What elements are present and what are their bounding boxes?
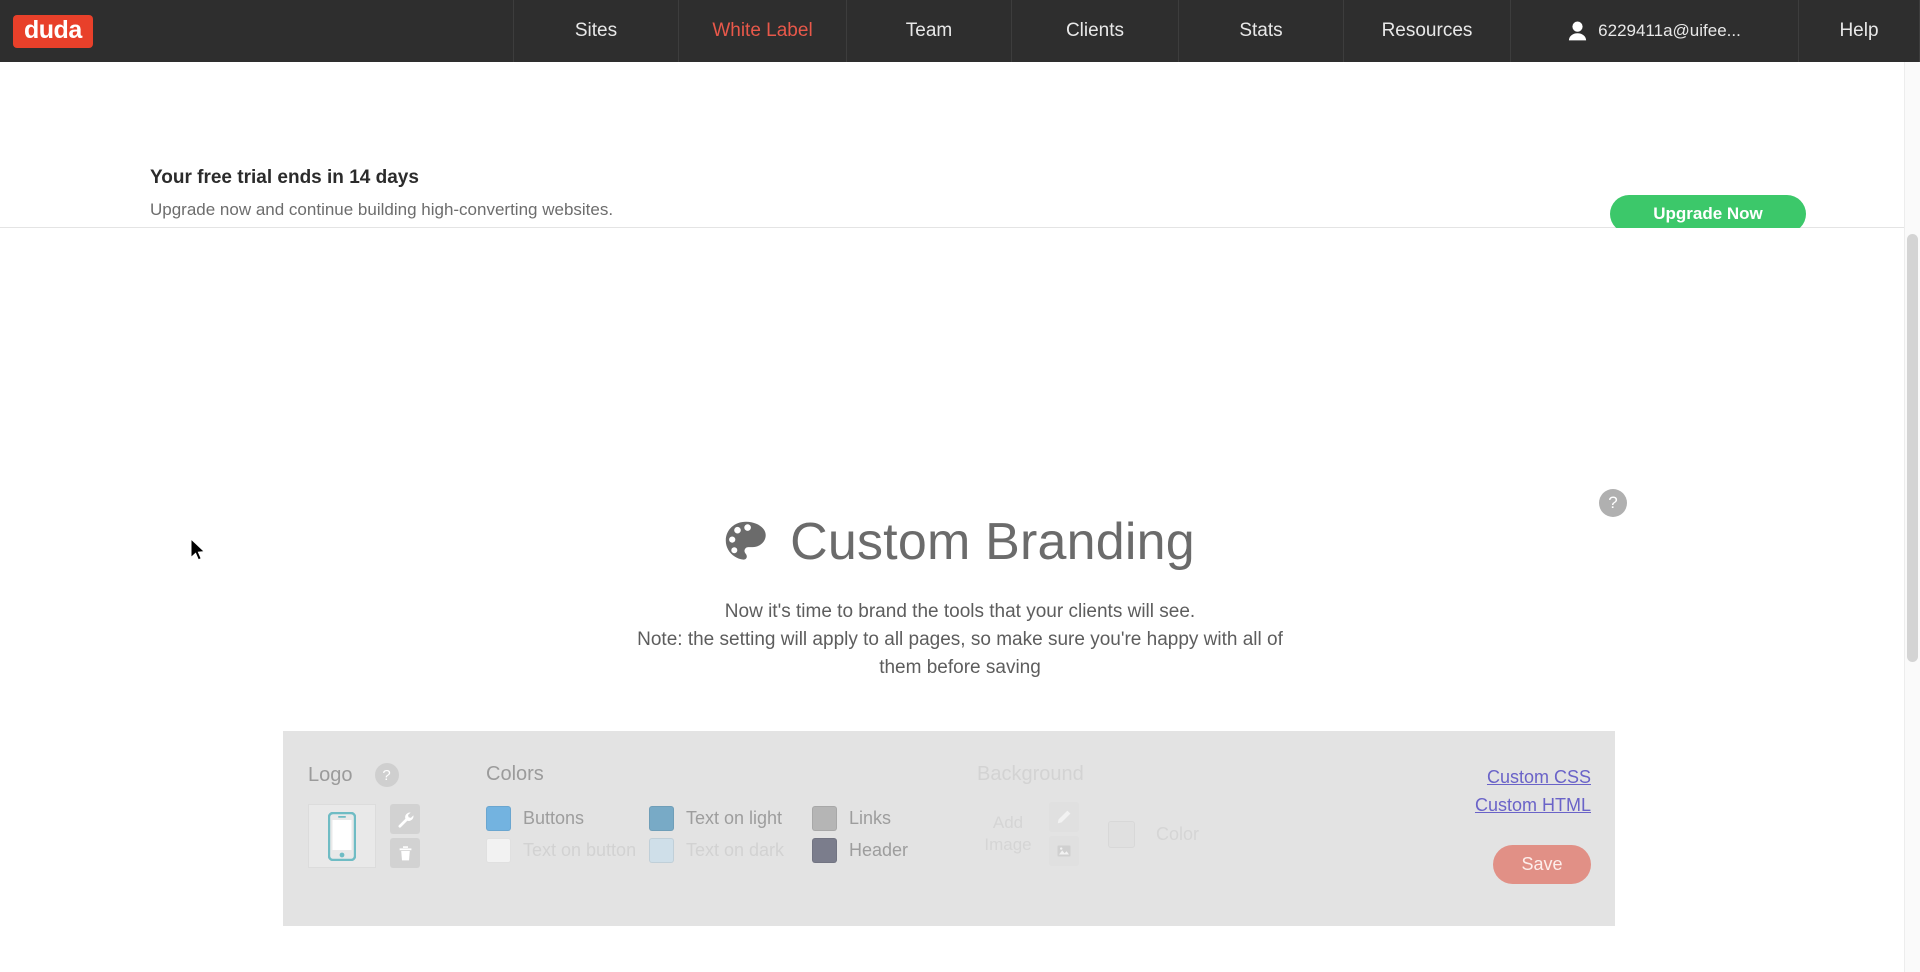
add-image-label: Add Image: [977, 812, 1039, 856]
logo-section-header: Logo ?: [308, 763, 420, 787]
image-icon: [1057, 845, 1071, 857]
user-avatar-icon: [1569, 21, 1587, 40]
page-scrollbar-thumb[interactable]: [1907, 234, 1918, 662]
nav-item-team[interactable]: Team: [846, 0, 1011, 62]
background-tool-buttons: [1049, 802, 1079, 866]
page-description: Now it's time to brand the tools that yo…: [0, 598, 1920, 682]
custom-css-link[interactable]: Custom CSS: [1475, 763, 1591, 791]
add-image-label-line-1: Add: [992, 813, 1024, 832]
background-section: Background Add Image Color: [977, 763, 1199, 866]
color-item-links[interactable]: Links: [812, 802, 975, 834]
custom-html-link[interactable]: Custom HTML: [1475, 791, 1591, 819]
color-item-text-on-button[interactable]: Text on button: [486, 834, 649, 866]
color-label-text-on-dark: Text on dark: [686, 839, 785, 860]
top-navigation-bar: duda Sites White Label Team Clients Stat…: [0, 0, 1920, 62]
logo-tool-buttons: [390, 804, 420, 868]
nav-item-account[interactable]: 6229411a@uifee...: [1510, 0, 1798, 62]
logo-help-icon[interactable]: ?: [374, 763, 399, 787]
trash-icon: [399, 845, 411, 860]
mobile-phone-icon: [328, 811, 356, 861]
color-item-text-on-light[interactable]: Text on light: [649, 802, 812, 834]
trial-subtext: Upgrade now and continue building high-c…: [150, 200, 614, 219]
colors-section-title: Colors: [486, 763, 544, 785]
page-title-text: Custom Branding: [790, 513, 1195, 571]
background-edit-button[interactable]: [1049, 802, 1079, 832]
nav-item-help[interactable]: Help: [1798, 0, 1920, 62]
background-color-label: Color: [1156, 823, 1200, 844]
color-swatch-text-on-dark[interactable]: [649, 837, 674, 863]
color-item-header[interactable]: Header: [812, 834, 975, 866]
color-item-buttons[interactable]: Buttons: [486, 802, 649, 834]
add-image-label-line-2: Image: [984, 835, 1032, 854]
page-scrollbar-track[interactable]: [1904, 62, 1920, 972]
logo-delete-button[interactable]: [390, 838, 420, 868]
palette-icon: [725, 521, 766, 560]
colors-section: Colors Buttons Text on light Links Text …: [486, 763, 975, 866]
save-button[interactable]: Save: [1493, 845, 1591, 884]
logo-section-title: Logo: [308, 763, 353, 786]
logo-section: Logo ?: [308, 763, 420, 868]
main-content: ? Custom Branding Now it's time to brand…: [0, 228, 1920, 972]
color-item-text-on-dark[interactable]: Text on dark: [649, 834, 812, 866]
nav-item-stats[interactable]: Stats: [1178, 0, 1343, 62]
branding-settings-panel: Logo ? Colors Buttons Text on light Link…: [283, 731, 1615, 926]
nav-item-sites[interactable]: Sites: [513, 0, 678, 62]
logo-controls: [308, 804, 420, 868]
brand-logo-container[interactable]: duda: [0, 0, 513, 62]
trial-headline: Your free trial ends in 14 days: [150, 167, 419, 188]
trial-banner: Your free trial ends in 14 days Upgrade …: [0, 62, 1920, 273]
nav-item-resources[interactable]: Resources: [1343, 0, 1510, 62]
background-controls: Add Image Color: [977, 802, 1199, 866]
account-email: 6229411a@uifee...: [1598, 21, 1741, 40]
color-swatch-text-on-button[interactable]: [486, 837, 511, 863]
page-title: Custom Branding: [0, 512, 1920, 572]
pencil-icon: [1057, 810, 1071, 824]
color-swatch-header[interactable]: [812, 837, 837, 863]
logo-thumbnail[interactable]: [308, 804, 376, 868]
color-swatch-text-on-light[interactable]: [649, 805, 674, 831]
mouse-cursor: [190, 538, 206, 561]
nav-item-white-label[interactable]: White Label: [678, 0, 846, 62]
color-label-header: Header: [849, 839, 909, 860]
color-label-text-on-light: Text on light: [686, 807, 783, 828]
color-swatch-links[interactable]: [812, 805, 837, 831]
color-label-text-on-button: Text on button: [523, 839, 637, 860]
page-description-line-3: them before saving: [879, 657, 1041, 678]
color-label-links: Links: [849, 807, 892, 828]
wrench-icon: [398, 812, 413, 828]
color-label-buttons: Buttons: [523, 807, 585, 828]
page-description-line-2: Note: the setting will apply to all page…: [637, 629, 1283, 650]
page-description-line-1: Now it's time to brand the tools that yo…: [724, 601, 1196, 622]
background-section-title: Background: [977, 763, 1084, 785]
background-image-button[interactable]: [1049, 836, 1079, 866]
panel-actions: Custom CSS Custom HTML Save: [1475, 763, 1591, 884]
nav-items: Sites White Label Team Clients Stats Res…: [513, 0, 1920, 62]
color-swatch-buttons[interactable]: [486, 805, 511, 831]
duda-logo[interactable]: duda: [13, 14, 93, 48]
nav-item-clients[interactable]: Clients: [1011, 0, 1178, 62]
logo-edit-button[interactable]: [390, 804, 420, 834]
background-color-swatch[interactable]: [1108, 820, 1135, 848]
colors-grid: Buttons Text on light Links Text on butt…: [486, 802, 975, 866]
